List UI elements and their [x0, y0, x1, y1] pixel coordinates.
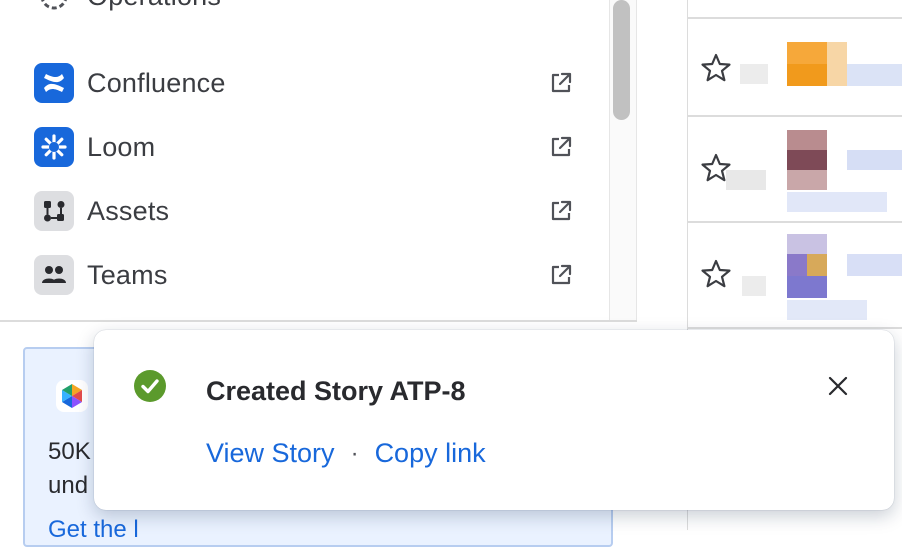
divider — [0, 320, 637, 322]
product-logo-icon — [54, 378, 90, 414]
teams-icon — [34, 255, 74, 295]
external-link-icon[interactable] — [548, 134, 574, 160]
sidebar-item-label: Operations — [87, 0, 221, 12]
confluence-icon — [34, 63, 74, 103]
external-link-icon[interactable] — [548, 70, 574, 96]
promo-text-line2: und — [48, 472, 89, 499]
sidebar: Operations Confluence Loom Assets Tea — [0, 0, 610, 321]
loom-icon — [34, 127, 74, 167]
close-icon[interactable] — [826, 374, 850, 398]
action-separator: · — [350, 439, 359, 467]
copy-link-button[interactable]: Copy link — [375, 438, 486, 469]
view-story-link[interactable]: View Story — [206, 438, 335, 469]
success-check-icon — [134, 370, 166, 402]
sidebar-item-teams[interactable]: Teams — [34, 255, 574, 295]
external-link-icon[interactable] — [548, 262, 574, 288]
divider — [688, 17, 902, 19]
sidebar-item-label: Teams — [87, 259, 168, 290]
toast-actions: View Story · Copy link — [206, 438, 486, 469]
promo-link[interactable]: Get the l — [48, 516, 139, 544]
sidebar-item-label: Assets — [87, 195, 170, 226]
sidebar-item-confluence[interactable]: Confluence — [34, 63, 574, 103]
right-panel-link-fragment[interactable] — [894, 360, 902, 382]
star-icon[interactable] — [700, 52, 732, 84]
external-link-icon[interactable] — [548, 198, 574, 224]
sidebar-item-loom[interactable]: Loom — [34, 127, 574, 167]
success-toast: Created Story ATP-8 View Story · Copy li… — [94, 330, 894, 510]
sidebar-item-label: Loom — [87, 131, 156, 162]
divider — [688, 327, 902, 329]
sidebar-item-label: Confluence — [87, 67, 226, 98]
sidebar-scrollbar-thumb[interactable] — [613, 0, 630, 120]
promo-text-line1: 50K — [48, 438, 91, 465]
star-icon[interactable] — [700, 258, 732, 290]
operations-icon — [34, 0, 74, 16]
sidebar-item-assets[interactable]: Assets — [34, 191, 574, 231]
divider — [688, 115, 902, 117]
sidebar-item-operations[interactable]: Operations — [34, 0, 221, 14]
divider — [688, 221, 902, 223]
assets-icon — [34, 191, 74, 231]
toast-title: Created Story ATP-8 — [206, 376, 466, 406]
